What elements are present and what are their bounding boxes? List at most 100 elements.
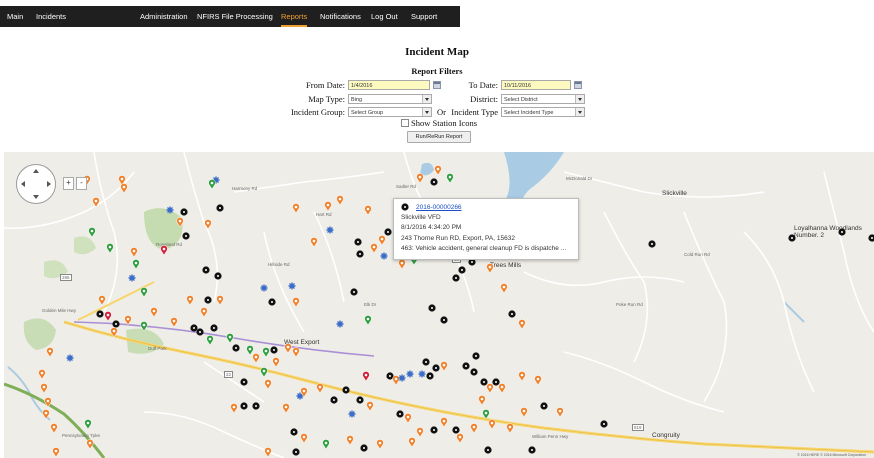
pan-up-icon[interactable]	[33, 169, 39, 173]
hazard-marker-icon[interactable]	[838, 228, 846, 236]
ems-marker-icon[interactable]	[398, 259, 406, 270]
check-marker-icon[interactable]	[140, 287, 148, 298]
ems-marker-icon[interactable]	[272, 357, 280, 368]
ems-marker-icon[interactable]	[46, 347, 54, 358]
hazard-marker-icon[interactable]	[396, 410, 404, 418]
ems-marker-icon[interactable]	[216, 295, 224, 306]
hazard-marker-icon[interactable]	[440, 316, 448, 324]
hazard-marker-icon[interactable]	[472, 352, 480, 360]
map-type-select[interactable]: Bing	[348, 94, 432, 104]
run-report-button[interactable]: Run/ReRun Report	[407, 131, 471, 143]
check-marker-icon[interactable]	[88, 227, 96, 238]
ems-marker-icon[interactable]	[534, 375, 542, 386]
other-marker-icon[interactable]	[66, 354, 74, 362]
hazard-marker-icon[interactable]	[96, 310, 104, 318]
hazard-marker-icon[interactable]	[240, 378, 248, 386]
ems-marker-icon[interactable]	[440, 417, 448, 428]
ems-marker-icon[interactable]	[408, 437, 416, 448]
ems-marker-icon[interactable]	[520, 407, 528, 418]
hazard-marker-icon[interactable]	[356, 250, 364, 258]
other-marker-icon[interactable]	[336, 320, 344, 328]
nav-reports[interactable]: Reports	[281, 6, 308, 27]
check-marker-icon[interactable]	[208, 179, 216, 190]
hazard-marker-icon[interactable]	[182, 232, 190, 240]
other-marker-icon[interactable]	[398, 374, 406, 382]
check-marker-icon[interactable]	[446, 173, 454, 184]
zoom-out-button[interactable]: -	[76, 177, 87, 190]
nav-main[interactable]: Main	[7, 6, 23, 27]
incident-type-select[interactable]: Select Incident Type	[501, 107, 585, 117]
other-marker-icon[interactable]	[380, 252, 388, 260]
to-date-input[interactable]: 10/11/2016	[501, 80, 571, 90]
pin-marker-icon[interactable]	[104, 311, 112, 322]
ems-marker-icon[interactable]	[120, 183, 128, 194]
check-marker-icon[interactable]	[262, 347, 270, 358]
ems-marker-icon[interactable]	[50, 423, 58, 434]
ems-marker-icon[interactable]	[200, 307, 208, 318]
ems-marker-icon[interactable]	[40, 383, 48, 394]
other-marker-icon[interactable]	[288, 282, 296, 290]
ems-marker-icon[interactable]	[486, 263, 494, 274]
ems-marker-icon[interactable]	[518, 371, 526, 382]
hazard-marker-icon[interactable]	[788, 234, 796, 242]
zoom-in-button[interactable]: +	[63, 177, 74, 190]
to-date-calendar-icon[interactable]	[574, 81, 582, 89]
hazard-marker-icon[interactable]	[426, 372, 434, 380]
ems-marker-icon[interactable]	[324, 201, 332, 212]
check-marker-icon[interactable]	[246, 345, 254, 356]
ems-marker-icon[interactable]	[378, 235, 386, 246]
ems-marker-icon[interactable]	[110, 327, 118, 338]
ems-marker-icon[interactable]	[500, 283, 508, 294]
hazard-marker-icon[interactable]	[428, 304, 436, 312]
pin-marker-icon[interactable]	[362, 371, 370, 382]
hazard-marker-icon[interactable]	[430, 178, 438, 186]
ems-marker-icon[interactable]	[336, 195, 344, 206]
pin-marker-icon[interactable]	[160, 245, 168, 256]
ems-marker-icon[interactable]	[364, 205, 372, 216]
hazard-marker-icon[interactable]	[232, 344, 240, 352]
hazard-marker-icon[interactable]	[422, 358, 430, 366]
ems-marker-icon[interactable]	[416, 427, 424, 438]
nav-incidents[interactable]: Incidents	[36, 6, 66, 27]
ems-marker-icon[interactable]	[170, 317, 178, 328]
hazard-marker-icon[interactable]	[252, 402, 260, 410]
hazard-marker-icon[interactable]	[462, 362, 470, 370]
ems-marker-icon[interactable]	[300, 433, 308, 444]
hazard-marker-icon[interactable]	[112, 320, 120, 328]
nav-support[interactable]: Support	[411, 6, 437, 27]
hazard-marker-icon[interactable]	[350, 288, 358, 296]
show-station-icons-checkbox[interactable]	[401, 119, 409, 127]
hazard-marker-icon[interactable]	[210, 324, 218, 332]
hazard-marker-icon[interactable]	[216, 204, 224, 212]
ems-marker-icon[interactable]	[44, 397, 52, 408]
ems-marker-icon[interactable]	[284, 343, 292, 354]
ems-marker-icon[interactable]	[478, 395, 486, 406]
ems-marker-icon[interactable]	[404, 413, 412, 424]
nav-nfirs-file-processing[interactable]: NFIRS File Processing	[197, 6, 273, 27]
ems-marker-icon[interactable]	[506, 423, 514, 434]
ems-marker-icon[interactable]	[376, 439, 384, 450]
ems-marker-icon[interactable]	[518, 319, 526, 330]
check-marker-icon[interactable]	[364, 315, 372, 326]
hazard-marker-icon[interactable]	[196, 328, 204, 336]
ems-marker-icon[interactable]	[310, 237, 318, 248]
hazard-marker-icon[interactable]	[384, 228, 392, 236]
check-marker-icon[interactable]	[260, 367, 268, 378]
ems-marker-icon[interactable]	[292, 347, 300, 358]
ems-marker-icon[interactable]	[316, 383, 324, 394]
check-marker-icon[interactable]	[132, 259, 140, 270]
ems-marker-icon[interactable]	[264, 379, 272, 390]
hazard-marker-icon[interactable]	[330, 396, 338, 404]
incident-number-link[interactable]: 2016-00000266	[416, 204, 462, 211]
from-date-input[interactable]: 1/4/2016	[348, 80, 430, 90]
ems-marker-icon[interactable]	[38, 369, 46, 380]
ems-marker-icon[interactable]	[176, 217, 184, 228]
check-marker-icon[interactable]	[226, 333, 234, 344]
ems-marker-icon[interactable]	[440, 361, 448, 372]
ems-marker-icon[interactable]	[366, 401, 374, 412]
hazard-marker-icon[interactable]	[180, 208, 188, 216]
ems-marker-icon[interactable]	[392, 375, 400, 386]
ems-marker-icon[interactable]	[434, 165, 442, 176]
ems-marker-icon[interactable]	[498, 383, 506, 394]
nav-notifications[interactable]: Notifications	[320, 6, 361, 27]
